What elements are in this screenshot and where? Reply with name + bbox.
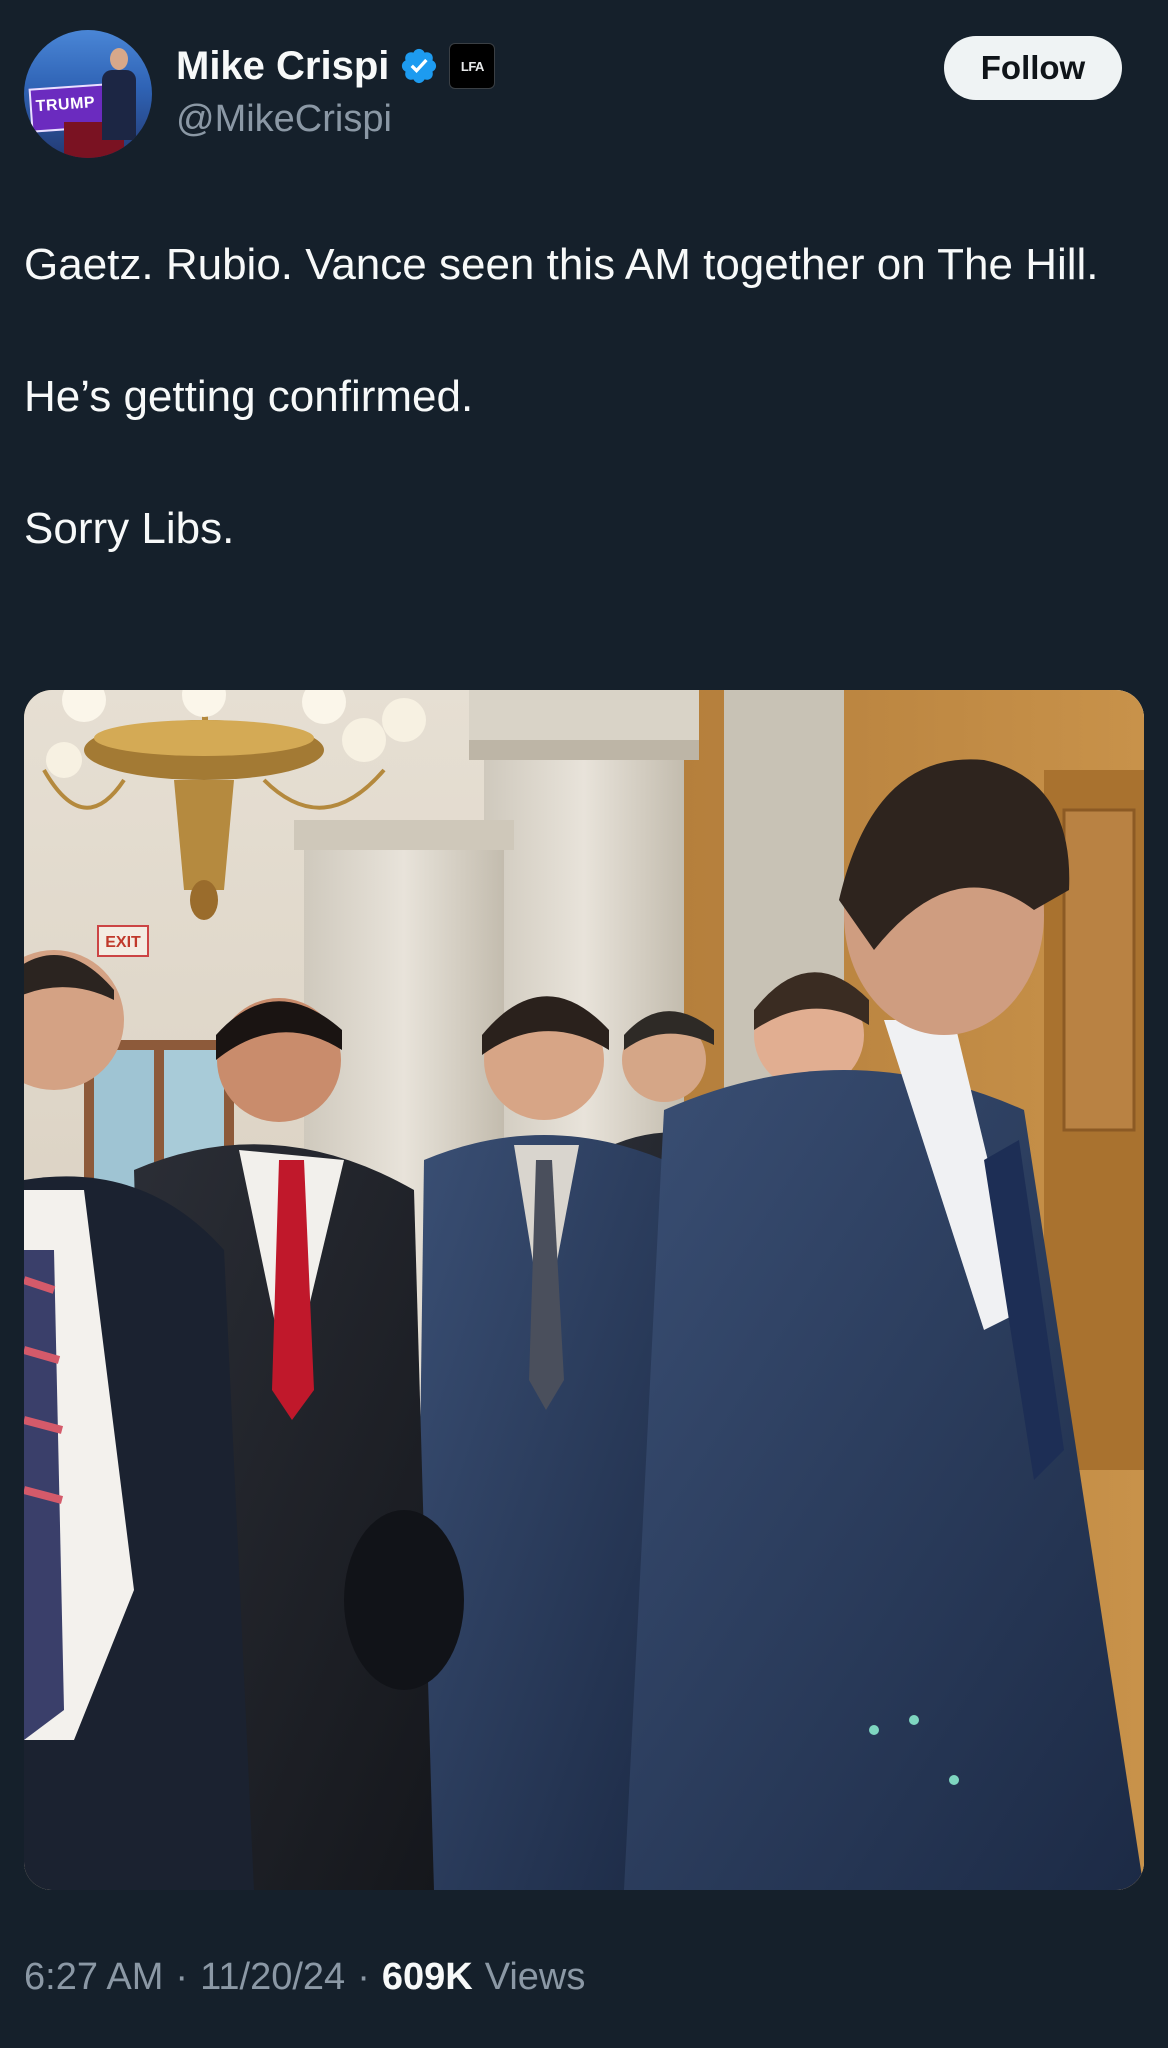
views-count[interactable]: 609K xyxy=(382,1956,473,1999)
affiliate-badge-icon[interactable]: LFA xyxy=(449,43,496,89)
author-name-row: Mike Crispi LFA xyxy=(176,42,496,90)
meta-separator: · xyxy=(357,1956,370,1998)
tweet-date[interactable]: 11/20/24 xyxy=(200,1956,345,1999)
verified-badge-icon[interactable] xyxy=(399,46,439,86)
tweet-meta: 6:27 AM · 11/20/24 · 609K Views xyxy=(24,1956,585,1999)
views-label: Views xyxy=(484,1956,586,1998)
tweet-time[interactable]: 6:27 AM xyxy=(24,1956,163,1999)
follow-button[interactable]: Follow xyxy=(944,36,1122,100)
avatar-sign-text: TRUMP xyxy=(35,94,96,116)
author-avatar[interactable]: TRUMP xyxy=(24,30,152,158)
affiliate-badge-text: LFA xyxy=(460,58,485,74)
tweet-text: Gaetz. Rubio. Vance seen this AM togethe… xyxy=(24,232,1144,562)
tweet-line: Sorry Libs. xyxy=(24,504,235,553)
avatar-person xyxy=(102,48,136,140)
tweet-line: He’s getting confirmed. xyxy=(24,372,474,421)
author-handle[interactable]: @MikeCrispi xyxy=(176,98,392,141)
exit-sign-text: EXIT xyxy=(105,934,141,951)
tweet-photo[interactable]: EXIT xyxy=(24,690,1144,1890)
tweet-header: TRUMP Mike Crispi LFA @MikeCrispi Follow xyxy=(24,30,1144,160)
author-display-name[interactable]: Mike Crispi xyxy=(176,44,389,89)
photo-illustration: EXIT xyxy=(24,690,1144,1890)
meta-separator: · xyxy=(175,1956,189,1998)
tweet-line: Gaetz. Rubio. Vance seen this AM togethe… xyxy=(24,240,1099,289)
